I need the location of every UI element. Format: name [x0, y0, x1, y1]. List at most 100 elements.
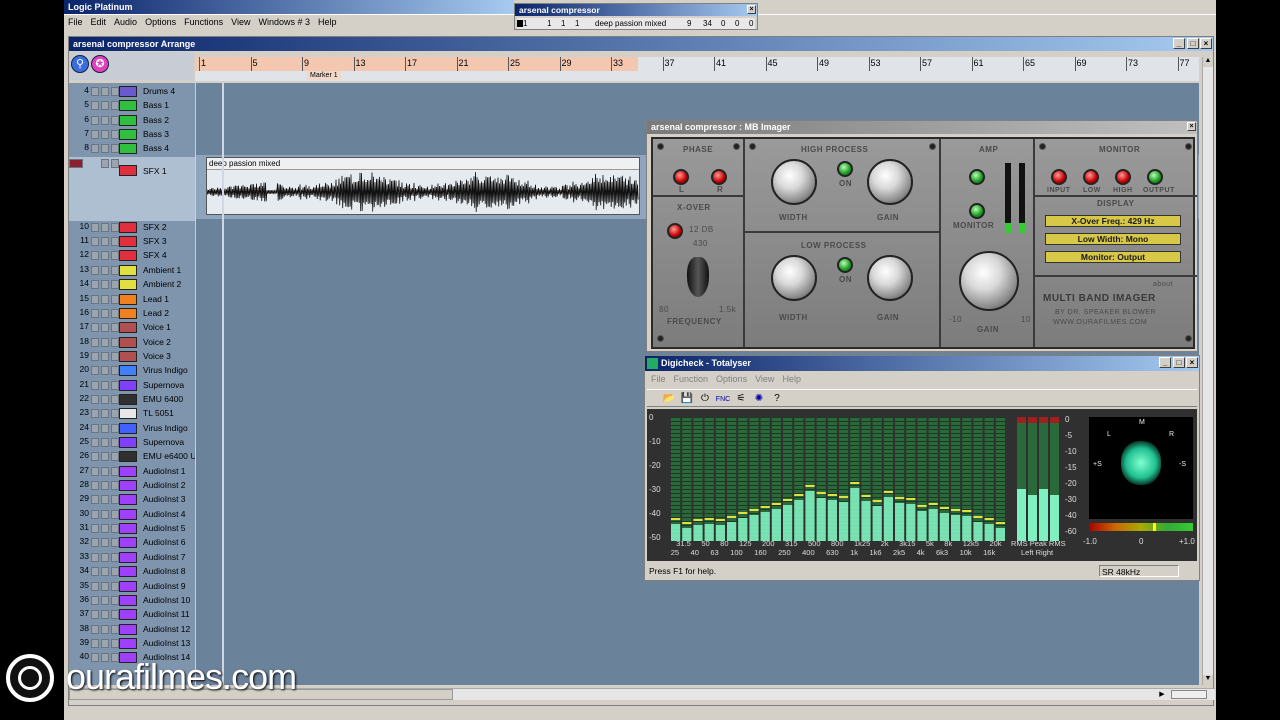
mute-button[interactable] [91, 524, 99, 533]
xover-12db-led[interactable] [667, 223, 683, 239]
amp-on-led[interactable] [969, 169, 985, 185]
mute-button[interactable] [91, 553, 99, 562]
amp-monitor-led[interactable] [969, 203, 985, 219]
mute-button[interactable] [91, 610, 99, 619]
record-button[interactable] [111, 524, 119, 533]
record-button[interactable] [111, 625, 119, 634]
help-icon[interactable]: ? [769, 392, 785, 406]
link-icon[interactable]: ⚲ [71, 55, 89, 73]
mute-button[interactable] [91, 409, 99, 418]
solo-button[interactable] [101, 366, 109, 375]
mute-button[interactable] [69, 159, 83, 168]
solo-button[interactable] [101, 87, 109, 96]
track-row[interactable]: 30 AudioInst 4 [75, 508, 195, 522]
track-row[interactable]: 14 Ambient 2 [75, 278, 195, 292]
track-row[interactable]: 20 Virus Indigo [75, 364, 195, 378]
menu-item-options[interactable]: Options [141, 15, 180, 29]
track-row[interactable]: 22 EMU 6400 [75, 393, 195, 407]
mute-button[interactable] [91, 567, 99, 576]
solo-button[interactable] [101, 159, 109, 168]
catch-icon[interactable]: ✪ [91, 55, 109, 73]
solo-button[interactable] [101, 467, 109, 476]
solo-button[interactable] [101, 424, 109, 433]
mute-button[interactable] [91, 130, 99, 139]
record-button[interactable] [111, 116, 119, 125]
solo-button[interactable] [101, 395, 109, 404]
track-row[interactable]: SFX 1 [69, 157, 195, 221]
digicheck-menu-help[interactable]: Help [778, 372, 805, 386]
track-row[interactable]: 19 Voice 3 [75, 350, 195, 364]
transport-window[interactable]: arsenal compressor × 1 1 1 1 deep passion mi… [514, 3, 758, 30]
record-button[interactable] [111, 481, 119, 490]
track-row[interactable]: 7 Bass 3 [75, 128, 195, 142]
record-button[interactable] [111, 381, 119, 390]
mute-button[interactable] [91, 237, 99, 246]
arrange-close-button[interactable]: × [1200, 38, 1212, 49]
solo-button[interactable] [101, 610, 109, 619]
solo-button[interactable] [101, 639, 109, 648]
track-row[interactable]: 26 EMU e6400 Ult [75, 450, 195, 464]
mute-button[interactable] [91, 101, 99, 110]
record-button[interactable] [111, 159, 119, 168]
digicheck-menu-options[interactable]: Options [712, 372, 751, 386]
mute-button[interactable] [91, 438, 99, 447]
track-row[interactable]: 17 Voice 1 [75, 321, 195, 335]
record-button[interactable] [111, 409, 119, 418]
track-row[interactable]: 33 AudioInst 7 [75, 551, 195, 565]
mute-button[interactable] [91, 352, 99, 361]
digicheck-menu-view[interactable]: View [751, 372, 778, 386]
solo-button[interactable] [101, 309, 109, 318]
solo-button[interactable] [101, 116, 109, 125]
mute-button[interactable] [91, 495, 99, 504]
menu-item-audio[interactable]: Audio [110, 15, 141, 29]
record-button[interactable] [111, 582, 119, 591]
track-row[interactable]: 36 AudioInst 10 [75, 594, 195, 608]
solo-button[interactable] [101, 381, 109, 390]
solo-button[interactable] [101, 280, 109, 289]
mute-button[interactable] [91, 582, 99, 591]
track-row[interactable]: 11 SFX 3 [75, 235, 195, 249]
mute-button[interactable] [91, 424, 99, 433]
xover-frequency-knob[interactable] [687, 257, 709, 297]
track-row[interactable]: 16 Lead 2 [75, 307, 195, 321]
mute-button[interactable] [91, 481, 99, 490]
solo-button[interactable] [101, 553, 109, 562]
digicheck-close-button[interactable]: × [1186, 357, 1198, 368]
audio-region[interactable]: deep passion mixed [206, 157, 640, 215]
record-button[interactable] [111, 323, 119, 332]
mute-button[interactable] [91, 625, 99, 634]
solo-button[interactable] [101, 130, 109, 139]
record-button[interactable] [111, 237, 119, 246]
mute-button[interactable] [91, 395, 99, 404]
solo-button[interactable] [101, 438, 109, 447]
bar-ruler[interactable]: 1 5 9 13 17 21 25 29 33 37 41 45 49 53 57 61 65 69 73 77 Ma… [195, 57, 1199, 81]
record-button[interactable] [111, 567, 119, 576]
mute-button[interactable] [91, 338, 99, 347]
stop-icon[interactable] [517, 20, 523, 27]
menu-item-file[interactable]: File [64, 15, 87, 29]
high-gain-knob[interactable] [867, 159, 913, 205]
record-button[interactable] [111, 538, 119, 547]
track-row[interactable]: 34 AudioInst 8 [75, 565, 195, 579]
solo-button[interactable] [101, 567, 109, 576]
solo-button[interactable] [101, 323, 109, 332]
record-button[interactable] [111, 295, 119, 304]
solo-button[interactable] [101, 251, 109, 260]
record-button[interactable] [111, 596, 119, 605]
record-button[interactable] [111, 553, 119, 562]
solo-button[interactable] [101, 538, 109, 547]
digicheck-menu-function[interactable]: Function [670, 372, 713, 386]
digicheck-menu-file[interactable]: File [647, 372, 670, 386]
solo-button[interactable] [101, 452, 109, 461]
playhead[interactable] [222, 83, 224, 685]
track-row[interactable]: 27 AudioInst 1 [75, 465, 195, 479]
scroll-up-icon[interactable]: ▲ [1203, 57, 1213, 67]
menu-item-edit[interactable]: Edit [87, 15, 111, 29]
phase-r-led[interactable] [711, 169, 727, 185]
solo-button[interactable] [101, 295, 109, 304]
track-row[interactable]: 32 AudioInst 6 [75, 536, 195, 550]
monitor-output-led[interactable] [1147, 169, 1163, 185]
monitor-input-led[interactable] [1051, 169, 1067, 185]
mbimager-close-button[interactable]: × [1187, 122, 1196, 131]
record-button[interactable] [111, 280, 119, 289]
